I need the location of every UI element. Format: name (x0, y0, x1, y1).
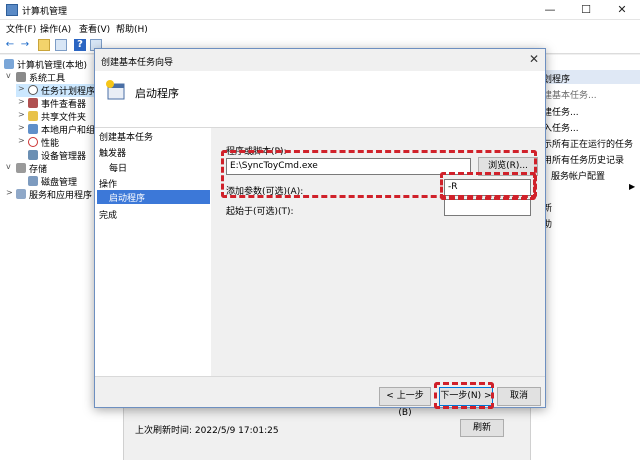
action-service-account[interactable]: 服务帐户配置 (551, 169, 605, 182)
cancel-button[interactable]: 取消 (497, 387, 541, 406)
tree-label: 存储 (29, 165, 48, 175)
action-import-task[interactable]: 入任务... (543, 121, 579, 134)
back-icon[interactable]: ← (4, 39, 16, 51)
step-finish: 完成 (99, 211, 118, 221)
tree-label: 服务和应用程序 (29, 191, 93, 201)
forward-icon[interactable]: → (19, 39, 31, 51)
tree-label: 本地用户和组 (41, 126, 96, 136)
start-in-input[interactable] (444, 199, 531, 216)
device-manager-icon (28, 150, 38, 160)
actions-header: 划程序 (531, 70, 640, 85)
action-create-basic-task[interactable]: 建基本任务... (543, 88, 597, 101)
computer-management-icon (6, 4, 18, 16)
wizard-header: 启动程序 (95, 71, 545, 127)
tree-label: 设备管理器 (41, 152, 87, 162)
chevron-right-icon[interactable]: > (18, 123, 25, 132)
clock-icon (28, 85, 38, 95)
window-title: 计算机管理 (22, 7, 68, 17)
show-hide-tree-icon[interactable] (55, 39, 67, 51)
disk-icon (28, 176, 38, 186)
computer-icon (4, 59, 14, 69)
step-daily: 每日 (109, 164, 128, 174)
tools-icon (16, 72, 26, 82)
chevron-down-icon[interactable]: v (6, 162, 11, 171)
actions-header-label: 划程序 (543, 75, 571, 85)
chevron-right-icon[interactable]: > (18, 97, 25, 106)
create-basic-task-wizard: 创建基本任务向导 ✕ 启动程序 创建基本任务 触发器 每日 操作 启动程序 完成… (94, 48, 546, 418)
refresh-button[interactable]: 刷新 (460, 419, 504, 437)
close-button[interactable]: ✕ (604, 0, 640, 20)
action-enable-history[interactable]: 用所有任务历史记录 (543, 153, 624, 166)
start-in-label: 起始于(可选)(T): (226, 207, 294, 217)
menu-file[interactable]: 文件(F) (6, 22, 36, 35)
tree-label: 事件查看器 (41, 100, 87, 110)
services-icon (16, 189, 26, 199)
step-action: 操作 (99, 180, 118, 190)
tree-label: 性能 (41, 139, 60, 149)
shared-folder-icon (28, 111, 38, 121)
step-label: 启动程序 (109, 194, 146, 204)
chevron-right-icon[interactable]: > (18, 84, 25, 93)
chevron-right-icon[interactable]: ▶ (629, 182, 635, 191)
back-button[interactable]: < 上一步(B) (379, 387, 431, 418)
performance-icon (28, 137, 38, 147)
action-create-task[interactable]: 建任务... (543, 105, 579, 118)
users-icon (28, 124, 38, 134)
actions-pane: 划程序 建基本任务... 建任务... 入任务... 示所有正在运行的任务 用所… (530, 55, 640, 460)
help-icon[interactable]: ? (74, 39, 86, 51)
step-start-program: 启动程序 (97, 190, 210, 204)
storage-icon (16, 163, 26, 173)
event-viewer-icon (28, 98, 38, 108)
wizard-steps: 创建基本任务 触发器 每日 操作 启动程序 完成 (95, 128, 211, 376)
last-refresh-time: 上次刷新时间: 2022/5/9 17:01:25 (135, 426, 279, 436)
highlight-next-button (434, 382, 494, 409)
menu-bar: 文件(F) 操作(A) 查看(V) 帮助(H) (0, 20, 640, 36)
highlight-arguments (440, 172, 536, 200)
tree-label: 系统工具 (29, 74, 66, 84)
chevron-down-icon[interactable]: v (6, 71, 11, 80)
step-trigger: 触发器 (99, 149, 127, 159)
folder-up-icon[interactable] (38, 39, 50, 51)
menu-view[interactable]: 查看(V) (79, 22, 110, 35)
maximize-button[interactable]: ☐ (568, 0, 604, 20)
chevron-right-icon[interactable]: > (18, 110, 25, 119)
minimize-button[interactable]: — (532, 0, 568, 20)
menu-help[interactable]: 帮助(H) (116, 22, 148, 35)
tree-label: 计算机管理(本地) (17, 61, 88, 71)
tree-label: 任务计划程序 (41, 87, 96, 97)
footer-divider (95, 376, 545, 377)
wizard-heading: 启动程序 (135, 87, 179, 100)
dialog-title: 创建基本任务向导 (101, 58, 174, 68)
window-titlebar: 计算机管理 — ☐ ✕ (0, 0, 640, 20)
dialog-close-icon[interactable]: ✕ (529, 52, 539, 66)
action-show-running-tasks[interactable]: 示所有正在运行的任务 (543, 137, 633, 150)
chevron-right-icon[interactable]: > (6, 188, 13, 197)
menu-action[interactable]: 操作(A) (40, 22, 71, 35)
step-create-basic-task: 创建基本任务 (99, 133, 154, 143)
tree-label: 磁盘管理 (41, 178, 78, 188)
tree-label: 共享文件夹 (41, 113, 87, 123)
chevron-right-icon[interactable]: > (18, 136, 25, 145)
task-icon (106, 80, 125, 100)
